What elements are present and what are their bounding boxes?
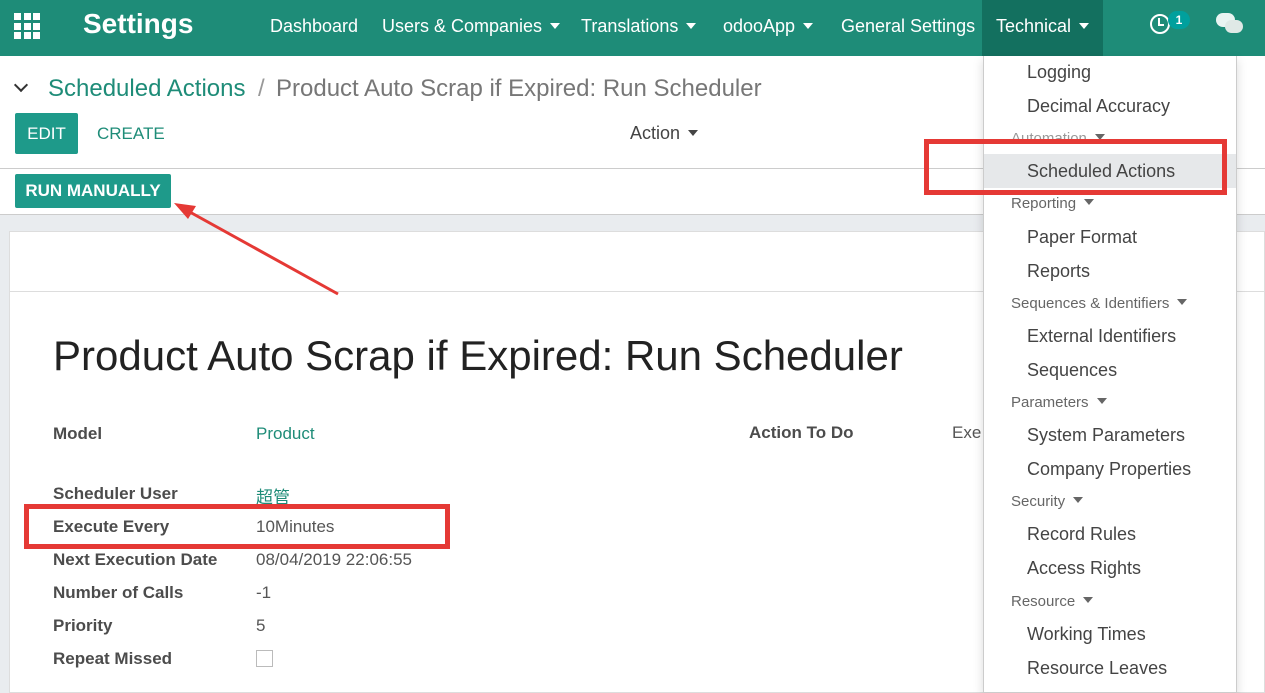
top-navbar: Settings Dashboard Users & Companies Tra… — [0, 0, 1265, 56]
repeat-missed-checkbox[interactable] — [256, 650, 273, 667]
action-dropdown[interactable]: Action — [630, 123, 698, 144]
create-button[interactable]: CREATE — [97, 113, 165, 154]
nav-technical-label: Technical — [996, 16, 1072, 36]
menu-item-record-rules[interactable]: Record Rules — [1027, 524, 1136, 545]
menu-section-parameters-label: Parameters — [1011, 394, 1089, 411]
menu-item-system-parameters[interactable]: System Parameters — [1027, 425, 1185, 446]
next-execution-date-value: 08/04/2019 22:06:55 — [256, 550, 412, 569]
apps-icon[interactable] — [14, 13, 40, 39]
menu-section-parameters: Parameters — [1011, 394, 1107, 411]
repeat-missed-label: Repeat Missed — [53, 649, 173, 668]
menu-section-resource: Resource — [1011, 593, 1093, 610]
menu-item-paper-format[interactable]: Paper Format — [1027, 227, 1137, 248]
nav-odooapp-label: odooApp — [723, 16, 796, 36]
nav-technical[interactable]: Technical — [982, 0, 1104, 56]
menu-section-sequences: Sequences & Identifiers — [1011, 295, 1187, 312]
menu-item-working-times[interactable]: Working Times — [1027, 624, 1146, 645]
number-of-calls-label: Number of Calls — [53, 583, 184, 602]
menu-item-reports[interactable]: Reports — [1027, 261, 1090, 282]
nav-users-companies[interactable]: Users & Companies — [382, 0, 560, 56]
menu-section-reporting: Reporting — [1011, 195, 1094, 212]
menu-section-sequences-label: Sequences & Identifiers — [1011, 295, 1170, 312]
edit-button[interactable]: EDIT — [15, 113, 78, 154]
model-value[interactable]: Product — [256, 424, 315, 444]
clock-icon[interactable] — [1150, 14, 1170, 34]
nav-general-settings[interactable]: General Settings — [841, 0, 975, 56]
menu-section-reporting-label: Reporting — [1011, 195, 1077, 212]
action-to-do-label: Action To Do — [749, 423, 854, 442]
menu-item-sequences[interactable]: Sequences — [1027, 360, 1117, 381]
model-label: Model — [53, 424, 103, 443]
menu-item-company-properties[interactable]: Company Properties — [1027, 459, 1191, 480]
breadcrumb-scheduled-actions[interactable]: Scheduled Actions — [48, 75, 245, 103]
breadcrumb-separator: / — [258, 75, 265, 102]
menu-section-resource-label: Resource — [1011, 593, 1076, 610]
number-of-calls-value: -1 — [256, 583, 272, 602]
menu-item-decimal-accuracy[interactable]: Decimal Accuracy — [1027, 96, 1170, 117]
next-execution-date-label: Next Execution Date — [53, 550, 218, 569]
record-title: Product Auto Scrap if Expired: Run Sched… — [53, 332, 903, 379]
chat-icon[interactable] — [1216, 13, 1244, 35]
nav-translations-label: Translations — [581, 16, 679, 36]
breadcrumb-current: Product Auto Scrap if Expired: Run Sched… — [276, 75, 762, 102]
priority-label: Priority — [53, 616, 113, 635]
action-dropdown-label: Action — [630, 123, 681, 143]
annotation-box-scheduled-actions — [924, 139, 1227, 195]
menu-section-security: Security — [1011, 493, 1083, 510]
scheduler-user-label: Scheduler User — [53, 484, 178, 503]
app-title: Settings — [83, 8, 194, 39]
priority-value: 5 — [256, 616, 266, 635]
annotation-box-execute-every — [24, 504, 450, 549]
run-manually-button[interactable]: RUN MANUALLY — [15, 174, 171, 208]
nav-dashboard[interactable]: Dashboard — [270, 0, 358, 56]
menu-item-access-rights[interactable]: Access Rights — [1027, 558, 1141, 579]
nav-users-companies-label: Users & Companies — [382, 16, 543, 36]
menu-item-logging[interactable]: Logging — [1027, 62, 1091, 83]
menu-item-external-identifiers[interactable]: External Identifiers — [1027, 326, 1176, 347]
action-to-do-value: Exec — [952, 423, 982, 442]
menu-section-security-label: Security — [1011, 493, 1066, 510]
nav-translations[interactable]: Translations — [581, 0, 696, 56]
nav-odooapp[interactable]: odooApp — [723, 0, 813, 56]
menu-item-resource-leaves[interactable]: Resource Leaves — [1027, 658, 1167, 679]
activity-count-badge: 1 — [1168, 11, 1190, 29]
